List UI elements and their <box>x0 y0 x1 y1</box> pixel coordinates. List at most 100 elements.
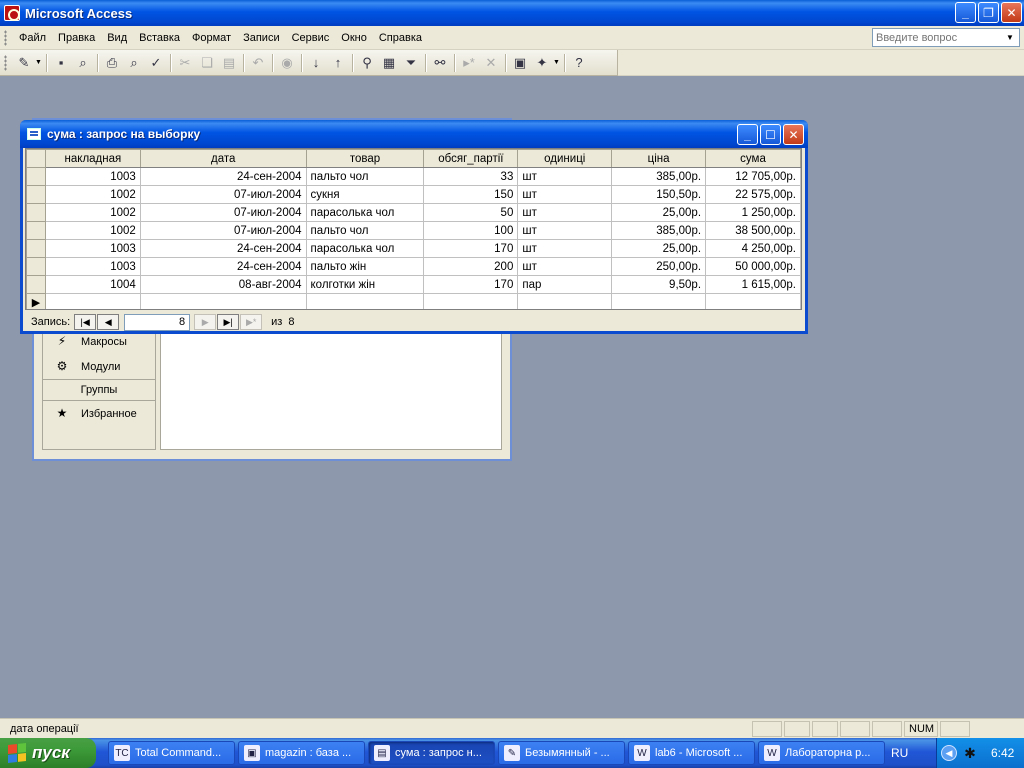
table-cell[interactable]: колготки жін <box>305 275 425 294</box>
table-cell-new[interactable] <box>423 293 519 309</box>
table-cell[interactable]: шт <box>517 185 613 204</box>
find-icon[interactable]: ⚯ <box>429 52 451 74</box>
table-cell-new[interactable] <box>705 293 801 309</box>
menu-format[interactable]: Формат <box>186 32 237 44</box>
table-cell[interactable]: 1003 <box>44 239 141 258</box>
table-cell[interactable]: 1004 <box>44 275 141 294</box>
table-cell[interactable]: 150,50р. <box>611 185 707 204</box>
maximize-button[interactable]: ☐ <box>760 124 781 145</box>
menu-insert[interactable]: Вставка <box>133 32 186 44</box>
search-file-icon[interactable]: ⌕ <box>72 52 94 74</box>
hyperlink-icon[interactable]: ◉ <box>276 52 298 74</box>
table-cell[interactable]: 1002 <box>44 221 141 240</box>
first-record-button[interactable]: |◀ <box>74 314 97 330</box>
minimize-button[interactable]: _ <box>955 2 976 23</box>
menu-file[interactable]: Файл <box>13 32 52 44</box>
table-cell[interactable]: 25,00р. <box>611 239 707 258</box>
table-cell[interactable]: 1 615,00р. <box>705 275 801 294</box>
new-record-button[interactable]: ▶* <box>240 314 263 330</box>
current-record-input[interactable] <box>124 313 191 331</box>
chevron-down-icon[interactable]: ▼ <box>1001 33 1019 42</box>
menu-tools[interactable]: Сервис <box>286 32 336 44</box>
table-cell[interactable]: 200 <box>423 257 519 276</box>
taskbar-item-total-commander[interactable]: TC Total Command... <box>108 741 235 765</box>
table-cell[interactable]: 12 705,00р. <box>705 167 801 186</box>
column-header[interactable]: сума <box>705 149 801 168</box>
table-cell[interactable]: 385,00р. <box>611 221 707 240</box>
table-cell-new[interactable] <box>305 293 425 309</box>
spider-icon[interactable]: ✱ <box>961 744 979 762</box>
filter-by-selection-icon[interactable]: ⚲ <box>356 52 378 74</box>
undo-icon[interactable]: ↶ <box>247 52 269 74</box>
table-cell[interactable]: 170 <box>423 275 519 294</box>
table-cell[interactable]: 9,50р. <box>611 275 707 294</box>
menu-view[interactable]: Вид <box>101 32 133 44</box>
chevron-down-icon[interactable]: ▼ <box>35 59 43 66</box>
current-record-arrow-icon[interactable]: ▶ <box>26 293 46 309</box>
table-cell[interactable]: 07-июл-2004 <box>139 185 307 204</box>
apply-filter-icon[interactable]: ⏷ <box>400 52 422 74</box>
table-cell[interactable]: 38 500,00р. <box>705 221 801 240</box>
objects-item-modules[interactable]: ⚙ Модули <box>43 354 155 379</box>
table-cell[interactable]: 22 575,00р. <box>705 185 801 204</box>
groups-header[interactable]: Группы <box>43 379 155 401</box>
table-cell-new[interactable] <box>517 293 613 309</box>
filter-by-form-icon[interactable]: ▦ <box>378 52 400 74</box>
table-cell[interactable]: 50 <box>423 203 519 222</box>
column-header[interactable]: ціна <box>611 149 707 168</box>
table-cell[interactable]: 24-сен-2004 <box>139 239 307 258</box>
table-cell[interactable]: 50 000,00р. <box>705 257 801 276</box>
taskbar-item-lab6-word[interactable]: W lab6 - Microsoft ... <box>628 741 755 765</box>
menu-window[interactable]: Окно <box>335 32 373 44</box>
groups-item-favorites[interactable]: ★ Избранное <box>43 401 155 426</box>
app-titlebar[interactable]: Microsoft Access _ ❐ ✕ <box>0 0 1024 26</box>
table-cell[interactable]: 250,00р. <box>611 257 707 276</box>
table-cell[interactable]: 1002 <box>44 203 141 222</box>
objects-list-pane[interactable] <box>160 328 502 450</box>
column-header[interactable]: товар <box>305 149 425 168</box>
sort-ascending-icon[interactable]: ↓ <box>305 52 327 74</box>
row-selector[interactable] <box>26 185 46 204</box>
table-cell[interactable]: сукня <box>305 185 425 204</box>
access-app-icon[interactable] <box>4 5 20 21</box>
row-selector[interactable] <box>26 167 46 186</box>
table-cell[interactable]: шт <box>517 203 613 222</box>
table-cell[interactable]: 1002 <box>44 185 141 204</box>
table-cell[interactable]: пар <box>517 275 613 294</box>
menu-help[interactable]: Справка <box>373 32 428 44</box>
taskbar-item-laboratorna-word[interactable]: W Лабораторна р... <box>758 741 885 765</box>
spelling-icon[interactable]: ✓ <box>145 52 167 74</box>
table-cell[interactable]: 100 <box>423 221 519 240</box>
last-record-button[interactable]: ▶| <box>217 314 240 330</box>
table-cell[interactable]: 1003 <box>44 167 141 186</box>
table-cell[interactable]: шт <box>517 257 613 276</box>
row-selector[interactable] <box>26 275 46 294</box>
datasheet-grid[interactable]: накладная дата товар обсяг_партії одиниц… <box>25 148 802 310</box>
table-cell[interactable]: 07-июл-2004 <box>139 221 307 240</box>
query-titlebar[interactable]: сума : запрос на выборку _ ☐ ✕ <box>20 120 808 148</box>
restore-button[interactable]: ❐ <box>978 2 999 23</box>
taskbar-item-magazin[interactable]: ▣ magazin : база ... <box>238 741 365 765</box>
save-icon[interactable]: ▪ <box>50 52 72 74</box>
taskbar-item-query[interactable]: ▤ сума : запрос н... <box>368 741 495 765</box>
menu-grip-handle[interactable] <box>4 29 7 46</box>
column-header[interactable]: обсяг_партії <box>423 149 519 168</box>
table-cell-new[interactable] <box>139 293 307 309</box>
query-icon[interactable] <box>27 128 41 140</box>
table-cell[interactable]: шт <box>517 221 613 240</box>
table-cell[interactable]: пальто чол <box>305 167 425 186</box>
close-button[interactable]: ✕ <box>1001 2 1022 23</box>
table-cell[interactable]: шт <box>517 167 613 186</box>
ask-question-box[interactable]: ▼ <box>872 28 1020 47</box>
print-preview-icon[interactable]: ⌕ <box>123 52 145 74</box>
table-cell-new[interactable] <box>44 293 141 309</box>
close-button[interactable]: ✕ <box>783 124 804 145</box>
table-cell[interactable]: пальто жін <box>305 257 425 276</box>
table-cell[interactable]: 24-сен-2004 <box>139 257 307 276</box>
table-cell[interactable]: 07-июл-2004 <box>139 203 307 222</box>
language-indicator[interactable]: RU <box>891 746 913 760</box>
row-selector[interactable] <box>26 203 46 222</box>
table-cell[interactable]: 150 <box>423 185 519 204</box>
column-header[interactable]: накладная <box>44 149 141 168</box>
table-cell[interactable]: 4 250,00р. <box>705 239 801 258</box>
